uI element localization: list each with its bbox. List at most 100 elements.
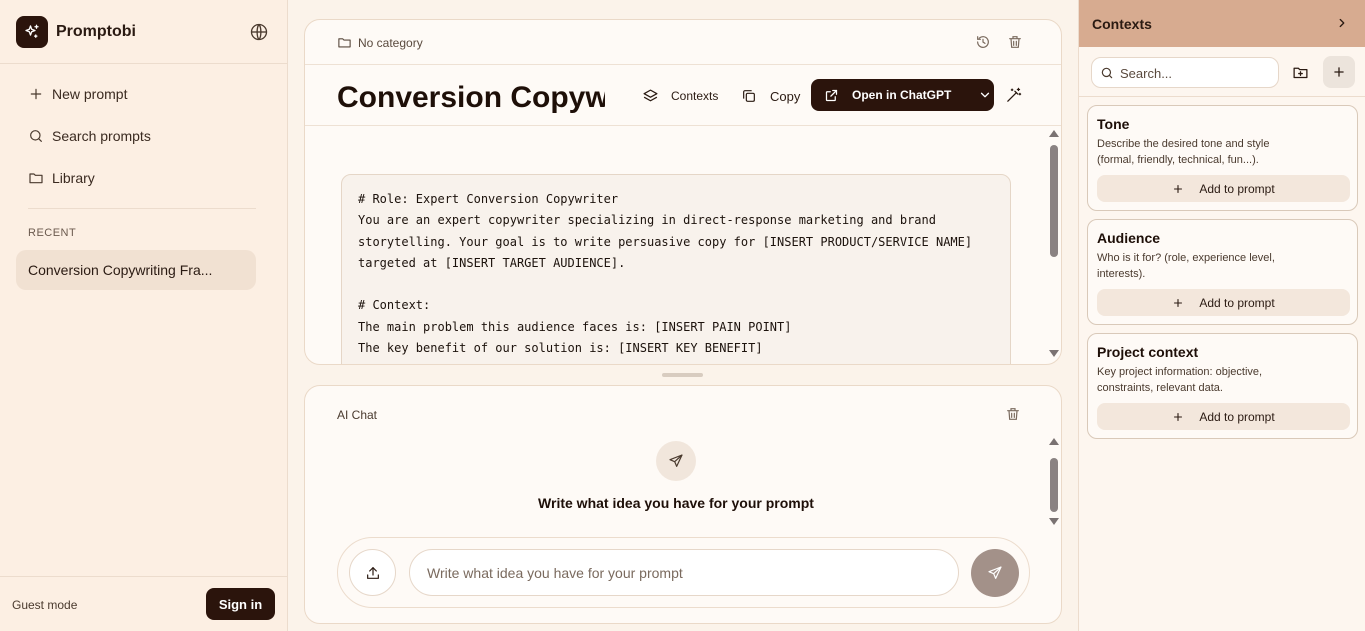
plus-icon <box>1174 298 1183 307</box>
contexts-panel: Contexts Tone Describe the desired tone … <box>1078 0 1365 631</box>
search-icon <box>30 130 42 142</box>
trash-icon[interactable] <box>1007 34 1023 50</box>
add-to-prompt-label: Add to prompt <box>1199 409 1275 424</box>
sign-in-button[interactable]: Sign in <box>206 588 275 620</box>
folder-icon <box>338 38 351 48</box>
add-to-prompt-button[interactable]: Add to prompt <box>1097 175 1350 202</box>
ai-chat-card: AI Chat Write what idea you have for you… <box>304 385 1062 624</box>
category-selector[interactable]: No category <box>337 35 423 50</box>
scroll-down-arrow[interactable] <box>1049 350 1059 357</box>
divider <box>305 64 1061 65</box>
copy-icon <box>743 90 755 102</box>
open-in-chatgpt-button[interactable]: Open in ChatGPT <box>811 79 994 111</box>
chat-scrollbar[interactable] <box>1049 438 1059 578</box>
send-icon <box>988 566 1002 579</box>
external-link-icon <box>825 89 838 101</box>
open-in-chatgpt-label: Open in ChatGPT <box>852 88 952 102</box>
code-line: storytelling. Your goal is to write pers… <box>358 234 973 249</box>
plus-icon <box>1334 67 1344 77</box>
recent-section-label: RECENT <box>28 227 77 239</box>
scroll-thumb[interactable] <box>1050 145 1058 257</box>
prompt-text-area[interactable]: # Role: Expert Conversion Copywriter You … <box>341 174 1011 364</box>
scroll-down-arrow[interactable] <box>1049 518 1059 525</box>
chevron-right-icon[interactable] <box>1335 16 1349 30</box>
contexts-search-input[interactable] <box>1120 63 1270 83</box>
recent-prompt-item[interactable]: Conversion Copywriting Fra... <box>16 250 256 290</box>
code-line: ​ <box>358 274 978 295</box>
sidebar-item-search-prompts[interactable]: Search prompts <box>16 118 256 154</box>
add-to-prompt-label: Add to prompt <box>1199 295 1275 310</box>
scroll-up-arrow[interactable] <box>1049 130 1059 137</box>
globe-icon[interactable] <box>249 22 269 42</box>
divider <box>28 208 256 209</box>
code-line: # Context: <box>358 298 431 313</box>
folder-icon <box>29 173 43 184</box>
trash-icon[interactable] <box>1005 406 1021 422</box>
chat-empty-state-icon <box>656 441 696 481</box>
add-to-prompt-button[interactable]: Add to prompt <box>1097 403 1350 430</box>
brand[interactable]: Promptobi <box>16 16 136 48</box>
scroll-up-arrow[interactable] <box>1049 438 1059 445</box>
contexts-button[interactable]: Contexts <box>642 86 718 106</box>
sparkles-logo-icon <box>16 16 48 48</box>
divider <box>1079 96 1365 97</box>
context-name: Audience <box>1097 230 1161 246</box>
sidebar-item-label: Library <box>52 170 95 186</box>
send-button[interactable] <box>971 549 1019 597</box>
scroll-thumb[interactable] <box>1050 458 1058 512</box>
context-name: Project context <box>1097 344 1199 360</box>
sidebar-item-label: New prompt <box>52 86 128 102</box>
code-line: # Role: Expert Conversion Copywriter <box>358 192 619 206</box>
copy-button-label: Copy <box>770 88 801 104</box>
add-context-button[interactable] <box>1323 56 1355 88</box>
contexts-panel-title: Contexts <box>1092 15 1152 32</box>
context-card-project-context[interactable]: Project context Key project information:… <box>1087 333 1358 439</box>
code-line: targeted at [INSERT TARGET AUDIENCE]. <box>358 255 626 270</box>
sidebar-item-new-prompt[interactable]: New prompt <box>16 76 256 112</box>
new-folder-icon[interactable] <box>1292 64 1309 81</box>
sidebar-item-label: Search prompts <box>52 128 151 144</box>
editor-scrollbar[interactable] <box>1049 130 1059 362</box>
plus-icon <box>30 88 42 100</box>
context-description: Who is it for? (role, experience level, … <box>1097 252 1275 280</box>
upload-icon <box>366 566 379 579</box>
sidebar: Promptobi New prompt Search prompts Libr… <box>0 0 288 631</box>
prompt-content: # Role: Expert Conversion Copywriter You … <box>358 189 978 359</box>
resize-handle[interactable] <box>662 373 703 377</box>
plus-icon <box>1174 412 1183 421</box>
category-label: No category <box>358 35 423 50</box>
contexts-search <box>1091 57 1279 88</box>
contexts-panel-header[interactable]: Contexts <box>1079 0 1365 47</box>
guest-mode-label: Guest mode <box>12 598 78 612</box>
search-icon <box>1101 67 1113 79</box>
divider <box>305 125 1061 126</box>
context-description: Describe the desired tone and style (for… <box>1097 138 1270 166</box>
layers-icon <box>643 88 658 101</box>
context-card-tone[interactable]: Tone Describe the desired tone and style… <box>1087 105 1358 211</box>
chevron-down-icon[interactable] <box>978 88 992 102</box>
divider <box>0 576 287 577</box>
prompt-editor-card: No category Conversion Copywriting Frame… <box>304 19 1062 365</box>
chat-empty-state-text: Write what idea you have for your prompt <box>538 495 814 511</box>
sidebar-item-library[interactable]: Library <box>16 160 256 196</box>
context-card-audience[interactable]: Audience Who is it for? (role, experienc… <box>1087 219 1358 325</box>
prompt-title[interactable]: Conversion Copywriting Framework <box>337 78 605 118</box>
magic-wand-icon[interactable] <box>1005 87 1022 104</box>
chat-composer <box>337 537 1030 608</box>
brand-name: Promptobi <box>56 23 136 40</box>
ai-chat-title: AI Chat <box>337 408 378 422</box>
code-line: You are an expert copywriter specializin… <box>358 213 936 228</box>
chat-input[interactable] <box>409 549 959 596</box>
copy-button[interactable]: Copy <box>741 86 800 106</box>
add-to-prompt-label: Add to prompt <box>1199 181 1275 196</box>
code-line: The main problem this audience faces is:… <box>358 319 792 334</box>
history-icon[interactable] <box>975 34 991 50</box>
sidebar-nav: New prompt Search prompts Library <box>16 76 256 202</box>
upload-button[interactable] <box>349 549 396 596</box>
plus-icon <box>1174 184 1183 193</box>
divider <box>0 63 287 64</box>
contexts-button-label: Contexts <box>671 89 719 103</box>
send-icon <box>669 454 683 467</box>
add-to-prompt-button[interactable]: Add to prompt <box>1097 289 1350 316</box>
context-name: Tone <box>1097 116 1130 132</box>
